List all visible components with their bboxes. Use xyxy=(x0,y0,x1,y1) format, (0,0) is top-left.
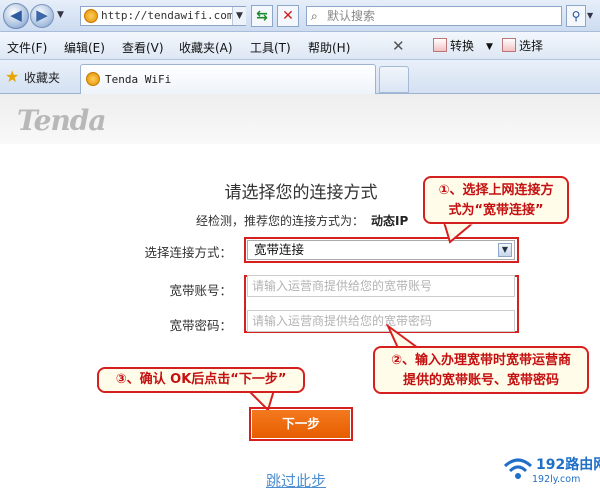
tab-tenda-wifi[interactable]: Tenda WiFi xyxy=(80,64,376,94)
search-engine-icon: ⌕ xyxy=(311,9,318,23)
menu-edit[interactable]: 编辑(E) xyxy=(64,39,105,56)
wifi-icon xyxy=(503,458,533,479)
callout-step1: ①、选择上网连接方 式为“宽带连接” xyxy=(423,176,569,224)
password-input[interactable] xyxy=(247,310,515,332)
password-label: 宽带密码： xyxy=(169,318,232,333)
select-icon xyxy=(502,38,516,52)
callout-1-pointer xyxy=(442,222,476,244)
callout-step2-line1: ②、输入办理宽带时宽带运营商 xyxy=(390,353,571,368)
watermark-url: 192ly.com xyxy=(532,474,581,485)
search-input[interactable]: ⌕ 默认搜索 xyxy=(306,6,562,26)
callout-step1-line1: ①、选择上网连接方 xyxy=(438,183,554,198)
tab-title: Tenda WiFi xyxy=(105,73,172,86)
select-button[interactable]: 选择 xyxy=(502,37,543,54)
favorites-bar: ★ 收藏夹 Tenda WiFi xyxy=(0,60,600,94)
back-arrow-icon[interactable]: ◀ xyxy=(3,3,29,29)
connection-value: 宽带连接 xyxy=(254,242,305,257)
chevron-down-icon[interactable]: ▼ xyxy=(498,243,512,257)
account-label: 宽带账号： xyxy=(169,283,232,298)
convert-icon xyxy=(433,38,447,52)
account-input[interactable] xyxy=(247,275,515,297)
menu-view[interactable]: 查看(V) xyxy=(122,39,164,56)
history-dropdown-icon[interactable]: ▼ xyxy=(57,10,64,20)
detect-label: 经检测，推荐您的连接方式为： xyxy=(196,214,365,228)
menu-bar: 文件(F) 编辑(E) 查看(V) 收藏夹(A) 工具(T) 帮助(H) ✕ 转… xyxy=(0,32,600,60)
page-title-text: 请选择您的连接方式 xyxy=(224,183,378,203)
new-tab-button[interactable] xyxy=(379,66,409,93)
address-bar: ◀ ▶ ▼ http://tendawifi.com/ ▼ ⇆ ✕ ⌕ 默认搜索… xyxy=(0,0,600,32)
watermark: 192路由网 192ly.com xyxy=(502,448,600,498)
url-dropdown-icon[interactable]: ▼ xyxy=(232,7,246,25)
callout-step2-line2: 提供的宽带账号、宽带密码 xyxy=(402,373,559,388)
forward-arrow-icon[interactable]: ▶ xyxy=(30,4,54,28)
site-favicon-icon xyxy=(84,9,98,23)
convert-label: 转换 xyxy=(450,39,475,53)
favorites-label[interactable]: 收藏夹 xyxy=(24,69,60,86)
stop-icon[interactable]: ✕ xyxy=(277,5,299,27)
callout-step2: ②、输入办理宽带时宽带运营商 提供的宽带账号、宽带密码 xyxy=(373,346,589,394)
skip-link[interactable]: 跳过此步 xyxy=(266,470,326,491)
menu-favorites[interactable]: 收藏夹(A) xyxy=(179,39,233,56)
watermark-name: 192路由网 xyxy=(536,457,600,473)
detect-value: 动态IP xyxy=(371,214,409,228)
select-label: 选择 xyxy=(519,39,544,53)
tab-favicon-icon xyxy=(86,72,100,86)
callout-step3: ③、确认 OK后点击“下一步” xyxy=(97,367,305,393)
search-options-dropdown-icon[interactable]: ▼ xyxy=(587,11,593,20)
url-text: http://tendawifi.com/ xyxy=(101,9,241,22)
close-menu-icon[interactable]: ✕ xyxy=(392,37,405,55)
connection-label: 选择连接方式： xyxy=(144,245,232,260)
convert-button[interactable]: 转换 xyxy=(433,37,474,54)
tenda-logo: Tenda xyxy=(17,104,107,137)
menu-help[interactable]: 帮助(H) xyxy=(308,39,350,56)
next-button[interactable]: 下一步 xyxy=(252,410,350,438)
callout-step1-line2: 式为“宽带连接” xyxy=(448,203,544,218)
favorites-star-icon[interactable]: ★ xyxy=(5,67,19,86)
menu-file[interactable]: 文件(F) xyxy=(7,39,47,56)
search-icon[interactable]: ⚲ xyxy=(566,5,586,27)
menu-tools[interactable]: 工具(T) xyxy=(250,39,291,56)
url-field[interactable]: http://tendawifi.com/ xyxy=(80,6,246,26)
page-content: Tenda 请选择您的连接方式 经检测，推荐您的连接方式为： 动态IP 选择连接… xyxy=(0,94,600,499)
convert-dropdown-icon[interactable]: ▼ xyxy=(486,42,493,52)
search-placeholder: 默认搜索 xyxy=(327,9,376,23)
refresh-icon[interactable]: ⇆ xyxy=(251,5,273,27)
